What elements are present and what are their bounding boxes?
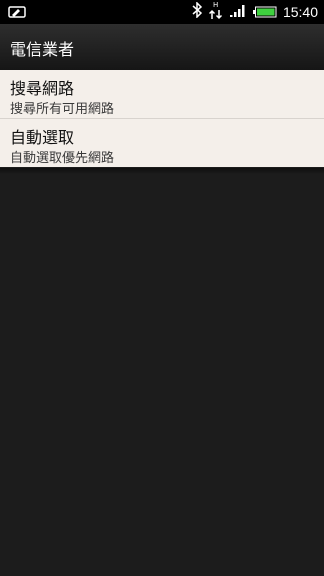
signal-icon xyxy=(229,3,247,22)
page-title: 電信業者 xyxy=(10,40,75,59)
list-item-title: 搜尋網路 xyxy=(10,79,75,98)
phone-sync-icon xyxy=(8,4,26,23)
list-item-summary: 搜尋所有可用網路 xyxy=(10,102,115,117)
settings-list: 搜尋網路 搜尋所有可用網路 自動選取 自動選取優先網路 xyxy=(0,70,324,167)
title-bar: 電信業者 xyxy=(0,24,324,71)
list-item-title: 自動選取 xyxy=(10,128,75,147)
status-time: 15:40 xyxy=(282,4,318,20)
list-item-auto-select[interactable]: 自動選取 自動選取優先網路 xyxy=(0,119,324,167)
battery-icon xyxy=(252,3,277,22)
list-item-search-networks[interactable]: 搜尋網路 搜尋所有可用網路 xyxy=(0,70,324,119)
svg-text:H: H xyxy=(213,1,218,9)
bluetooth-icon xyxy=(191,1,203,22)
hspa-data-icon: H xyxy=(208,0,223,24)
list-shadow xyxy=(0,168,324,174)
status-bar: H 15:40 xyxy=(0,0,324,24)
list-item-summary: 自動選取優先網路 xyxy=(10,151,115,166)
